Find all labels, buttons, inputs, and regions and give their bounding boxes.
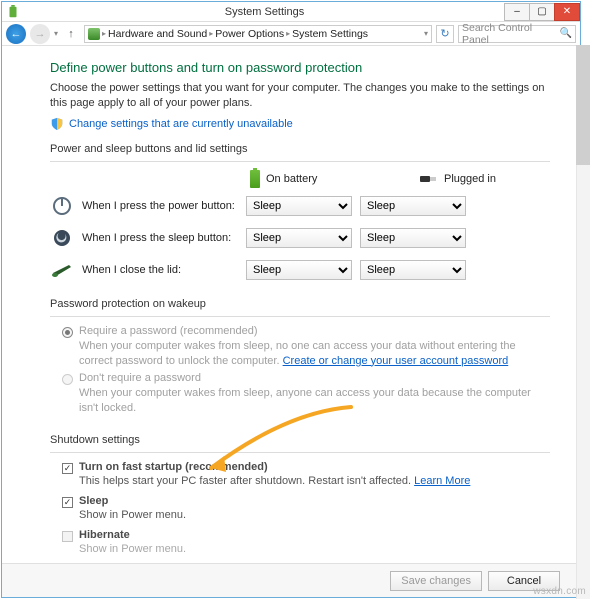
laptop-icon — [50, 258, 74, 282]
checkbox-label: Sleep — [79, 495, 108, 507]
section-heading: Power and sleep buttons and lid settings — [50, 143, 550, 155]
lid-close-row: When I close the lid: Sleep Sleep — [50, 258, 550, 282]
content-area: Define power buttons and turn on passwor… — [2, 46, 580, 563]
divider — [50, 316, 550, 317]
up-button[interactable]: ↑ — [62, 25, 80, 43]
chevron-down-icon[interactable]: ▾ — [424, 29, 428, 38]
lid-plugged-select[interactable]: Sleep — [360, 260, 466, 280]
save-changes-button[interactable]: Save changes — [390, 571, 482, 591]
window: System Settings – ▢ ✕ ← → ▾ ↑ ▸ Hardware… — [1, 1, 581, 598]
page-title: Define power buttons and turn on passwor… — [50, 60, 550, 75]
search-placeholder: Search Control Panel — [462, 22, 560, 46]
titlebar: System Settings – ▢ ✕ — [2, 2, 580, 22]
hibernate-checkbox[interactable] — [62, 531, 73, 542]
row-label: When I press the sleep button: — [82, 232, 238, 244]
radio-no-password[interactable] — [62, 374, 73, 385]
breadcrumb[interactable]: System Settings — [292, 28, 368, 40]
learn-more-link[interactable]: Learn More — [414, 475, 470, 487]
elevated-link-row: Change settings that are currently unava… — [50, 117, 550, 131]
history-dropdown-icon[interactable]: ▾ — [54, 29, 58, 38]
lid-battery-select[interactable]: Sleep — [246, 260, 352, 280]
column-headers: On battery Plugged in — [250, 170, 550, 188]
checkbox-description: This helps start your PC faster after sh… — [79, 475, 470, 487]
radio-require-password[interactable] — [62, 327, 73, 338]
scrollbar-thumb[interactable] — [576, 45, 590, 165]
back-button[interactable]: ← — [6, 24, 26, 44]
plugged-in-header: Plugged in — [420, 173, 530, 185]
sleep-row: Sleep Show in Power menu. — [62, 495, 550, 525]
power-button-row: When I press the power button: Sleep Sle… — [50, 194, 550, 218]
checkbox-description: Show in Power menu. — [79, 543, 186, 555]
control-panel-icon — [88, 28, 100, 40]
forward-button[interactable]: → — [30, 24, 50, 44]
plug-icon — [420, 174, 438, 184]
section-heading: Shutdown settings — [50, 434, 550, 446]
sleep-button-plugged-select[interactable]: Sleep — [360, 228, 466, 248]
radio-description: When your computer wakes from sleep, no … — [79, 339, 550, 369]
window-buttons: – ▢ ✕ — [505, 3, 580, 21]
chevron-right-icon[interactable]: ▸ — [102, 29, 106, 38]
shield-icon — [50, 117, 64, 131]
explorer-navbar: ← → ▾ ↑ ▸ Hardware and Sound ▸ Power Opt… — [2, 22, 580, 46]
radio-label: Don't require a password — [79, 372, 201, 384]
sleep-button-battery-select[interactable]: Sleep — [246, 228, 352, 248]
address-bar[interactable]: ▸ Hardware and Sound ▸ Power Options ▸ S… — [84, 25, 432, 43]
window-title: System Settings — [24, 6, 505, 18]
on-battery-header: On battery — [250, 170, 360, 188]
power-button-battery-select[interactable]: Sleep — [246, 196, 352, 216]
power-button-plugged-select[interactable]: Sleep — [360, 196, 466, 216]
require-password-option: Require a password (recommended) When yo… — [62, 325, 550, 369]
row-label: When I close the lid: — [82, 264, 238, 276]
fast-startup-checkbox[interactable] — [62, 463, 73, 474]
no-password-option: Don't require a password When your compu… — [62, 372, 550, 416]
chevron-right-icon[interactable]: ▸ — [209, 29, 213, 38]
footer-bar: Save changes Cancel — [2, 563, 580, 597]
close-button[interactable]: ✕ — [554, 3, 580, 21]
section-heading: Password protection on wakeup — [50, 298, 550, 310]
watermark: wsxdn.com — [533, 586, 586, 597]
moon-icon — [50, 226, 74, 250]
create-password-link[interactable]: Create or change your user account passw… — [283, 355, 509, 367]
checkbox-description: Show in Power menu. — [79, 509, 186, 521]
sleep-button-row: When I press the sleep button: Sleep Sle… — [50, 226, 550, 250]
checkbox-label: Hibernate — [79, 529, 130, 541]
fast-startup-row: Turn on fast startup (recommended) This … — [62, 461, 550, 491]
change-unavailable-link[interactable]: Change settings that are currently unava… — [69, 118, 293, 130]
radio-description: When your computer wakes from sleep, any… — [79, 386, 550, 416]
divider — [50, 161, 550, 162]
chevron-right-icon[interactable]: ▸ — [286, 29, 290, 38]
power-icon — [50, 194, 74, 218]
battery-app-icon — [6, 5, 20, 19]
search-input[interactable]: Search Control Panel 🔍 — [458, 25, 576, 43]
checkbox-label: Turn on fast startup (recommended) — [79, 461, 268, 473]
sleep-checkbox[interactable] — [62, 497, 73, 508]
battery-icon — [250, 170, 260, 188]
maximize-button[interactable]: ▢ — [529, 3, 555, 21]
hibernate-row: Hibernate Show in Power menu. — [62, 529, 550, 559]
search-icon: 🔍 — [560, 28, 572, 39]
divider — [50, 452, 550, 453]
minimize-button[interactable]: – — [504, 3, 530, 21]
refresh-button[interactable]: ↻ — [436, 25, 454, 43]
breadcrumb[interactable]: Power Options — [215, 28, 284, 40]
breadcrumb[interactable]: Hardware and Sound — [108, 28, 207, 40]
radio-label: Require a password (recommended) — [79, 325, 258, 337]
row-label: When I press the power button: — [82, 200, 238, 212]
page-intro: Choose the power settings that you want … — [50, 81, 550, 111]
